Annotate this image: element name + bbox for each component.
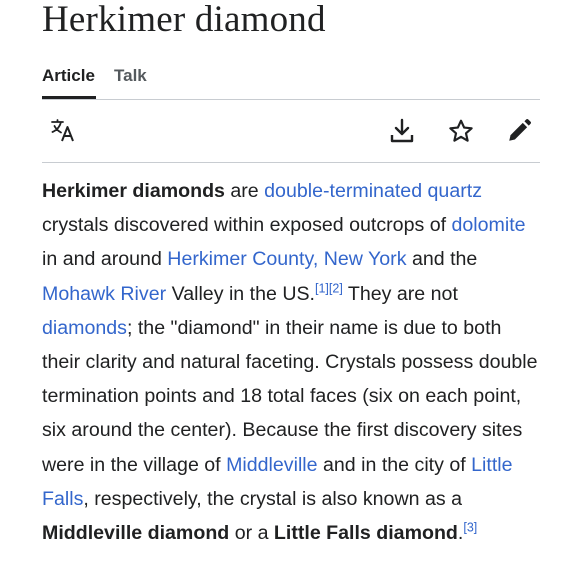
citation-1[interactable]: [1] [315, 281, 329, 295]
page-actions-toolbar [42, 116, 540, 150]
tab-talk[interactable]: Talk [114, 66, 147, 86]
paragraph-text: and in the city of [317, 453, 472, 476]
tabs-divider [42, 99, 540, 100]
citation-group: [1][2] [315, 281, 343, 295]
tab-article[interactable]: Article [42, 66, 95, 86]
download-icon[interactable] [387, 116, 417, 146]
link-double-terminated-quartz[interactable]: double-terminated quartz [264, 180, 482, 202]
toolbar-divider [42, 162, 540, 163]
citation-3[interactable]: [3] [463, 521, 477, 535]
paragraph-text: are [224, 180, 265, 202]
citation-2[interactable]: [2] [329, 281, 343, 295]
paragraph-text: crystals discovered within exposed outcr… [42, 214, 452, 237]
alt-name-little-falls: Little Falls diamond [273, 522, 458, 545]
article-page: Herkimer diamond Article Talk Herkimer d… [42, 0, 540, 580]
paragraph-text: , respectively, the crystal is also know… [83, 487, 462, 510]
paragraph-text: They are not [342, 282, 458, 305]
paragraph-text: in and around [42, 248, 168, 271]
star-icon[interactable] [446, 116, 476, 146]
link-diamonds[interactable]: diamonds [42, 317, 127, 339]
paragraph-text: and the [406, 248, 478, 271]
translate-icon[interactable] [48, 116, 78, 146]
link-dolomite[interactable]: dolomite [452, 214, 526, 236]
page-title: Herkimer diamond [42, 0, 326, 40]
link-mohawk-river[interactable]: Mohawk River [42, 283, 166, 305]
paragraph-text: or a [229, 522, 274, 545]
alt-name-middleville: Middleville diamond [42, 522, 230, 545]
article-lead-paragraph: Herkimer diamonds are double-terminated … [42, 174, 542, 550]
citation-group: [3] [463, 521, 477, 535]
article-tabs: Article Talk [42, 62, 540, 100]
paragraph-text: ; the "diamond" in their name is due to … [42, 316, 538, 476]
pencil-icon[interactable] [504, 116, 534, 146]
link-herkimer-county[interactable]: Herkimer County, New York [167, 248, 406, 270]
paragraph-text: Valley in the US. [166, 282, 315, 305]
link-middleville[interactable]: Middleville [226, 454, 317, 476]
article-subject: Herkimer diamonds [42, 180, 225, 202]
